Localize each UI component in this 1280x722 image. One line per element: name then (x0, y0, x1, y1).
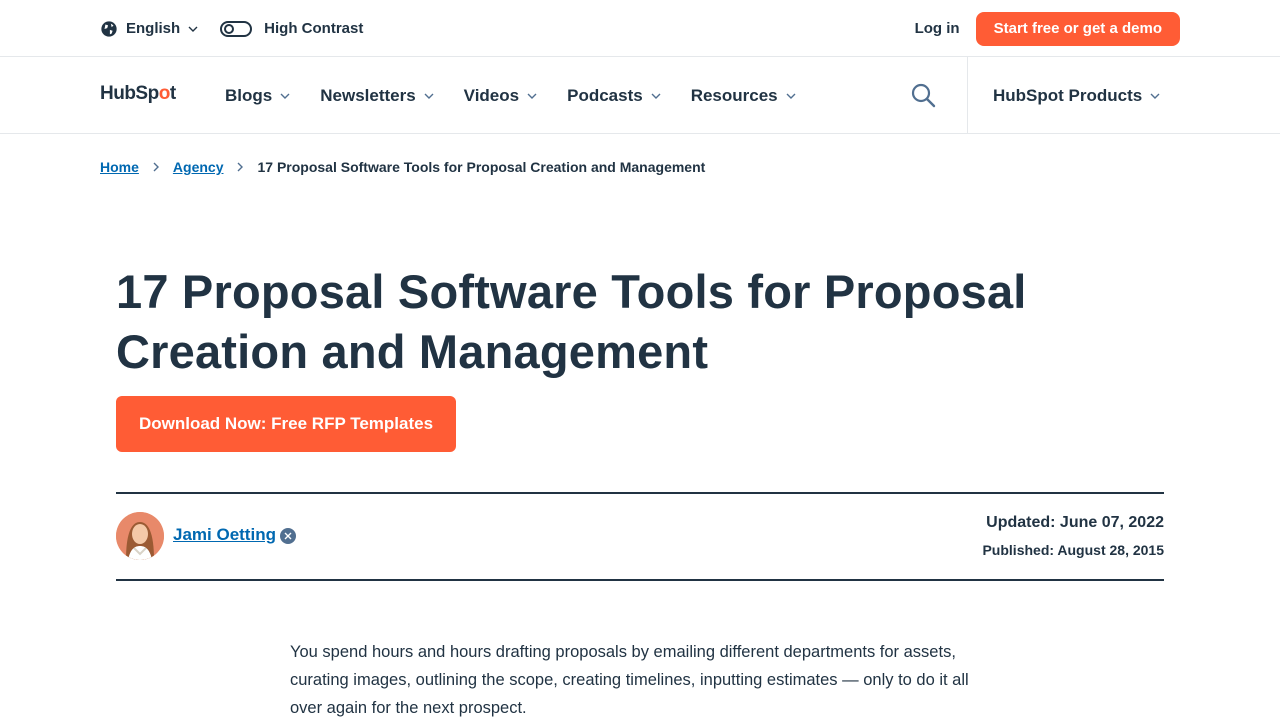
products-label: HubSpot Products (993, 85, 1143, 105)
chevron-down-icon (1150, 93, 1160, 99)
breadcrumb: Home Agency 17 Proposal Software Tools f… (100, 159, 705, 175)
utility-right: Log in Start free or get a demo (915, 0, 1180, 57)
divider-bottom (116, 579, 1164, 581)
high-contrast-label: High Contrast (264, 20, 364, 37)
language-selector[interactable]: English (100, 20, 198, 38)
hubspot-products-menu[interactable]: HubSpot Products (993, 57, 1160, 134)
divider-top (116, 492, 1164, 494)
chevron-down-icon (651, 93, 661, 99)
chevron-down-icon (280, 93, 290, 99)
main-nav: HubSp o t Blogs Newsletters Videos Podcast… (0, 57, 1280, 134)
logo-text-a: HubSp (100, 83, 159, 104)
nav-label: Blogs (225, 85, 273, 105)
nav-item-podcasts[interactable]: Podcasts (567, 86, 661, 106)
logo-sprocket: o (158, 83, 171, 104)
language-label: English (126, 20, 181, 37)
published-date: Published: August 28, 2015 (982, 542, 1164, 558)
breadcrumb-home[interactable]: Home (100, 159, 139, 175)
toggle-switch-icon[interactable] (220, 20, 253, 37)
logo-text-c: t (169, 83, 176, 104)
breadcrumb-agency[interactable]: Agency (173, 159, 224, 175)
avatar-illustration (116, 512, 164, 560)
chevron-down-icon (188, 26, 198, 32)
page-title: 17 Proposal Software Tools for Proposal … (116, 265, 1027, 378)
updated-date: Updated: June 07, 2022 (986, 514, 1164, 531)
high-contrast-toggle[interactable]: High Contrast (220, 20, 363, 37)
nav-label: Resources (690, 85, 778, 105)
utility-bar: English High Contrast Log in Start free … (0, 0, 1280, 57)
nav-divider (967, 57, 968, 134)
nav-item-newsletters[interactable]: Newsletters (320, 85, 434, 106)
hubspot-logo[interactable]: HubSp o t (100, 83, 176, 105)
chevron-right-icon (153, 162, 159, 172)
nav-item-blogs[interactable]: Blogs (225, 86, 290, 106)
utility-left: English High Contrast (100, 0, 363, 57)
chevron-down-icon (527, 93, 537, 99)
search-icon[interactable] (910, 82, 936, 108)
chevron-right-icon (237, 162, 244, 172)
article-intro: You spend hours and hours drafting propo… (290, 643, 969, 717)
author-avatar (116, 512, 164, 560)
author-link[interactable]: Jami Oetting (173, 525, 276, 545)
start-free-button[interactable]: Start free or get a demo (975, 11, 1180, 46)
nav-label: Podcasts (567, 85, 643, 105)
nav-items: Blogs Newsletters Videos Podcasts Resour… (225, 57, 826, 134)
login-link[interactable]: Log in (915, 20, 960, 37)
nav-label: Videos (463, 85, 520, 105)
chevron-down-icon (786, 93, 796, 99)
nav-item-resources[interactable]: Resources (691, 86, 796, 106)
download-rfp-templates-button[interactable]: Download Now: Free RFP Templates (116, 396, 456, 452)
x-twitter-icon[interactable] (280, 528, 296, 544)
nav-item-videos[interactable]: Videos (464, 86, 537, 106)
globe-icon (101, 20, 117, 37)
breadcrumb-current: 17 Proposal Software Tools for Proposal … (257, 159, 706, 175)
nav-label: Newsletters (320, 85, 416, 105)
chevron-down-icon (424, 93, 434, 99)
